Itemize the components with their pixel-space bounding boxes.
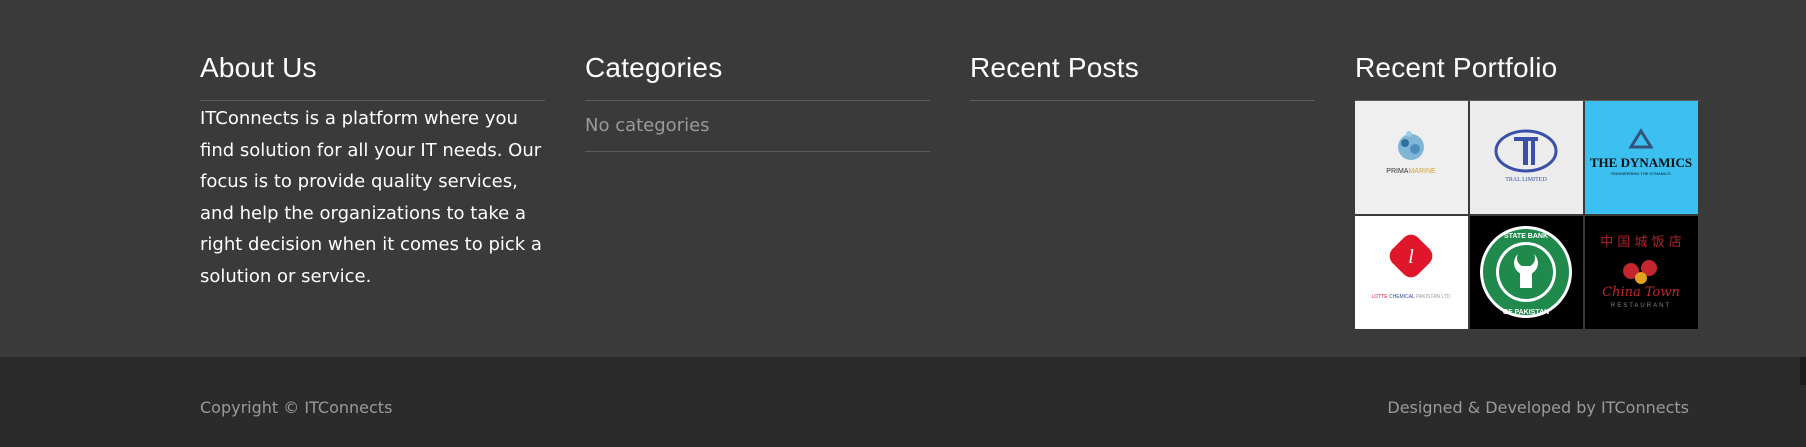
svg-text:RESTAURANT: RESTAURANT <box>1611 303 1671 309</box>
china-town-logo: 中 国 城 饭 店 China Town RESTAURANT <box>1585 216 1698 329</box>
recent-posts-widget: Recent Posts <box>970 48 1315 101</box>
categories-widget: Categories No categories <box>585 48 930 152</box>
about-us-title: About Us <box>200 52 317 83</box>
prima-marine-logo: PRIMAMARINE <box>1355 101 1468 214</box>
svg-text:l: l <box>1408 246 1414 268</box>
portfolio-item-tral-limited[interactable]: TRAL LIMITED <box>1470 101 1583 214</box>
divider <box>970 100 1315 101</box>
lotte-chemical-logo: l LOTTE CHEMICAL PAKISTAN LTD <box>1355 216 1468 329</box>
svg-text:中 国 城 饭 店: 中 国 城 饭 店 <box>1600 235 1682 250</box>
svg-text:ENGINEERING THE DYNAMICS: ENGINEERING THE DYNAMICS <box>1611 171 1671 176</box>
portfolio-grid: PRIMAMARINE TRAL LIMITED THE DYNAMICS EN… <box>1355 101 1700 329</box>
about-us-widget: About Us ITConnects is a platform where … <box>200 48 545 292</box>
about-us-text: ITConnects is a platform where you find … <box>200 108 542 287</box>
portfolio-item-prima-marine[interactable]: PRIMAMARINE <box>1355 101 1468 214</box>
portfolio-item-state-bank[interactable]: STATE BANK OF PAKISTAN <box>1470 216 1583 329</box>
divider <box>200 100 545 101</box>
svg-text:THE DYNAMICS: THE DYNAMICS <box>1590 155 1692 170</box>
state-bank-logo: STATE BANK OF PAKISTAN <box>1470 216 1583 329</box>
divider <box>585 151 930 152</box>
scroll-to-top-tab[interactable] <box>1800 357 1806 385</box>
no-categories-text: No categories <box>585 115 710 136</box>
portfolio-item-china-town[interactable]: 中 国 城 饭 店 China Town RESTAURANT <box>1585 216 1698 329</box>
recent-portfolio-widget: Recent Portfolio PRIMAMARINE TRAL LIMITE… <box>1355 48 1700 329</box>
footer-widgets: About Us ITConnects is a platform where … <box>0 0 1806 357</box>
recent-posts-title: Recent Posts <box>970 52 1139 83</box>
categories-title: Categories <box>585 52 723 83</box>
credits-prefix: Designed & Developed by <box>1387 398 1601 417</box>
the-dynamics-logo: THE DYNAMICS ENGINEERING THE DYNAMICS <box>1585 101 1698 214</box>
svg-text:STATE BANK: STATE BANK <box>1504 233 1548 240</box>
portfolio-item-lotte-chemical[interactable]: l LOTTE CHEMICAL PAKISTAN LTD <box>1355 216 1468 329</box>
credits: Designed & Developed by ITConnects <box>1387 398 1689 418</box>
portfolio-item-the-dynamics[interactable]: THE DYNAMICS ENGINEERING THE DYNAMICS <box>1585 101 1698 214</box>
svg-text:TRAL LIMITED: TRAL LIMITED <box>1505 177 1547 183</box>
credits-link[interactable]: ITConnects <box>1601 398 1689 417</box>
svg-text:China Town: China Town <box>1602 285 1680 300</box>
recent-portfolio-title: Recent Portfolio <box>1355 52 1558 83</box>
tral-limited-logo: TRAL LIMITED <box>1470 101 1583 214</box>
svg-text:OF PAKISTAN: OF PAKISTAN <box>1503 309 1549 316</box>
copyright-text: Copyright © ITConnects <box>200 398 393 417</box>
svg-text:LOTTE CHEMICAL PAKISTAN LTD: LOTTE CHEMICAL PAKISTAN LTD <box>1371 294 1450 300</box>
svg-text:PRIMAMARINE: PRIMAMARINE <box>1386 168 1436 175</box>
